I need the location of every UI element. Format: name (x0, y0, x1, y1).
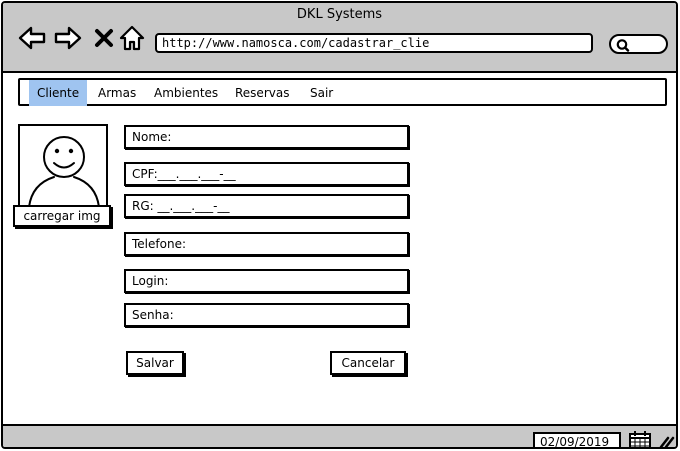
search-button[interactable] (609, 34, 668, 54)
menu-item-cliente[interactable]: Cliente (29, 80, 88, 106)
calendar-icon[interactable] (629, 431, 651, 449)
cpf-field[interactable]: CPF:___.___.___-__ (124, 162, 409, 186)
window-title: DKL Systems (296, 7, 383, 22)
save-button[interactable]: Salvar (126, 351, 184, 375)
telefone-field[interactable]: Telefone: (124, 232, 409, 256)
search-icon (616, 39, 630, 52)
user-avatar-icon (28, 136, 100, 207)
nome-field[interactable]: Nome: (124, 125, 409, 149)
home-button[interactable] (117, 23, 147, 53)
menu-item-reservas[interactable]: Reservas (227, 80, 297, 106)
title-bar: DKL Systems http://www.namosca.com/cadas… (3, 3, 676, 73)
home-icon (119, 25, 145, 51)
menu-item-sair[interactable]: Sair (302, 80, 341, 106)
back-button[interactable] (17, 23, 47, 53)
resize-grip-icon[interactable] (659, 434, 675, 448)
login-field[interactable]: Login: (124, 269, 409, 293)
url-bar[interactable]: http://www.namosca.com/cadastrar_clie (155, 33, 593, 53)
avatar-placeholder (18, 124, 108, 209)
date-field[interactable]: 02/09/2019 (533, 432, 621, 447)
menu-bar: Cliente Armas Ambientes Reservas Sair (18, 78, 667, 106)
forward-arrow-icon (54, 26, 82, 50)
forward-button[interactable] (53, 23, 83, 53)
upload-image-button[interactable]: carregar img (13, 205, 111, 227)
stop-button[interactable] (89, 23, 119, 53)
menu-item-ambientes[interactable]: Ambientes (146, 80, 226, 106)
browser-window: DKL Systems http://www.namosca.com/cadas… (1, 1, 678, 449)
status-bar: 02/09/2019 (3, 424, 676, 449)
close-x-icon (95, 29, 113, 47)
back-arrow-icon (18, 26, 46, 50)
rg-field[interactable]: RG: __.___.___-__ (124, 194, 409, 218)
senha-field[interactable]: Senha: (124, 303, 409, 327)
menu-item-armas[interactable]: Armas (90, 80, 144, 106)
cancel-button[interactable]: Cancelar (330, 351, 406, 375)
